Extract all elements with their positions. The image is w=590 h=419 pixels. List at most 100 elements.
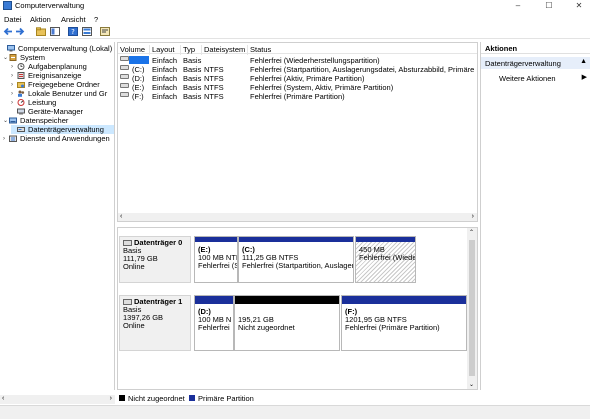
tree-item-datentraegerverwaltung[interactable]: Datenträgerverwaltung [11, 125, 114, 134]
volume-filesystem: NTFS [204, 92, 224, 101]
disk-1-label[interactable]: Datenträger 1 Basis 1397,26 GB Online [119, 295, 191, 351]
volume-row[interactable]: (E:) Einfach Basis NTFS Fehlerfrei (Syst… [118, 83, 477, 92]
tree-item-freigegebene-ordner[interactable]: › Freigegebene Ordner [11, 80, 100, 89]
tree-item-label: Aufgabenplanung [28, 62, 87, 71]
scroll-down-icon[interactable]: ⌄ [469, 381, 474, 388]
tree-item-lokale-benutzer[interactable]: › Lokale Benutzer und Gr [11, 89, 107, 98]
minimize-button[interactable]: – [508, 0, 528, 13]
performance-icon [17, 99, 25, 106]
partition-e[interactable]: (E:) 100 MB NTI Fehlerfrei (S [194, 236, 238, 283]
tree-item-geraete-manager[interactable]: Geräte-Manager [11, 107, 83, 116]
menu-bar: Datei Aktion Ansicht ? [0, 13, 590, 25]
menu-datei[interactable]: Datei [4, 15, 22, 24]
tree-horizontal-scrollbar[interactable]: ‹ › [0, 395, 115, 404]
volume-status: Fehlerfrei (System, Aktiv, Primäre Parti… [250, 83, 394, 92]
tree-item-label: Freigegebene Ordner [28, 80, 100, 89]
back-icon[interactable] [3, 27, 13, 36]
legend-primary-swatch [189, 395, 195, 401]
legend-unallocated-label: Nicht zugeordnet [128, 394, 185, 403]
actions-pane: Aktionen Datenträgerverwaltung ▲ Weitere… [480, 42, 590, 390]
disk-graphical-view: Datenträger 0 Basis 111,79 GB Online (E:… [117, 227, 478, 390]
volume-status: Fehlerfrei (Aktiv, Primäre Partition) [250, 74, 365, 83]
volume-row[interactable]: (D:) Einfach Basis NTFS Fehlerfrei (Akti… [118, 74, 477, 83]
partition-info: (E:) 100 MB NTI Fehlerfrei (S [198, 246, 238, 270]
partition-f[interactable]: (F:) 1201,95 GB NTFS Fehlerfrei (Primäre… [341, 295, 467, 351]
actions-section-datentraegerverwaltung[interactable]: Datenträgerverwaltung ▲ [481, 57, 590, 69]
menu-ansicht[interactable]: Ansicht [61, 15, 86, 24]
tree-item-computerverwaltung[interactable]: Computerverwaltung (Lokal) [1, 44, 112, 53]
toolbar: ? [0, 25, 590, 39]
tree-item-leistung[interactable]: › Leistung [11, 98, 56, 107]
collapse-triangle-icon[interactable]: ▲ [580, 58, 587, 65]
volume-row[interactable]: (F:) Einfach Basis NTFS Fehlerfrei (Prim… [118, 92, 477, 101]
column-header-status[interactable]: Status [248, 45, 477, 55]
partition-info: (D:) 100 MB N Fehlerfrei [198, 308, 231, 332]
volume-layout: Einfach [152, 65, 178, 74]
submenu-arrow-icon: ▶ [581, 74, 587, 81]
partition-unallocated[interactable]: 195,21 GB Nicht zugeordnet [234, 295, 340, 351]
drive-icon [120, 92, 129, 97]
volume-layout: Einfach [152, 74, 178, 83]
volume-filesystem: NTFS [204, 74, 224, 83]
up-folder-icon[interactable] [36, 27, 46, 36]
properties-icon[interactable] [82, 27, 92, 36]
scroll-left-icon[interactable]: ‹ [120, 213, 122, 220]
tree-item-dienste[interactable]: › Dienste und Anwendungen [3, 134, 110, 143]
users-icon [18, 90, 25, 97]
maximize-button[interactable]: ☐ [539, 0, 559, 13]
disk-state: Online [123, 321, 145, 330]
partition-status: Nicht zugeordnet [238, 323, 295, 332]
tree-item-ereignisanzeige[interactable]: › Ereignisanzeige [11, 71, 81, 80]
partition-c[interactable]: (C:) 111,25 GB NTFS Fehlerfrei (Startpar… [238, 236, 354, 283]
partition-info: 450 MB Fehlerfrei (Wiede [359, 246, 415, 262]
close-button[interactable]: ✕ [569, 0, 589, 13]
volume-type: Basis [183, 74, 202, 83]
column-header-layout[interactable]: Layout [150, 45, 181, 55]
forward-icon[interactable] [15, 27, 25, 36]
volume-type: Basis [183, 92, 202, 101]
disk-name: Datenträger 0 [134, 238, 183, 247]
show-hide-tree-icon[interactable] [50, 27, 60, 36]
volume-type: Basis [183, 56, 202, 65]
weitere-aktionen-item[interactable]: Weitere Aktionen ▶ [481, 72, 590, 83]
settings-icon[interactable] [100, 27, 110, 36]
partition-status: Fehlerfrei [198, 323, 230, 332]
scrollbar-thumb[interactable] [469, 240, 475, 376]
tree-item-label: Leistung [28, 98, 57, 107]
partition-status: Fehlerfrei (S [198, 261, 238, 270]
actions-header: Aktionen [481, 42, 590, 54]
help-icon[interactable]: ? [68, 27, 78, 36]
column-header-dateisystem[interactable]: Dateisystem [202, 45, 248, 55]
legend-primary-label: Primäre Partition [198, 394, 254, 403]
drive-icon [120, 83, 129, 88]
computer-icon [7, 45, 15, 52]
menu-aktion[interactable]: Aktion [30, 15, 51, 24]
tree-item-system[interactable]: ⌄ System [3, 53, 45, 62]
drive-icon [120, 56, 129, 61]
column-header-typ[interactable]: Typ [181, 45, 202, 55]
tree-item-datenspeicher[interactable]: ⌄ Datenspeicher [3, 116, 68, 125]
column-header-volume[interactable]: Volume [118, 45, 150, 55]
partition-d[interactable]: (D:) 100 MB N Fehlerfrei [194, 295, 234, 351]
scroll-right-icon[interactable]: › [110, 395, 112, 402]
volume-row[interactable]: (C:) Einfach Basis NTFS Fehlerfrei (Star… [118, 65, 477, 74]
menu-help[interactable]: ? [94, 15, 98, 24]
volume-horizontal-scrollbar[interactable]: ‹ › [118, 213, 477, 221]
scroll-left-icon[interactable]: ‹ [2, 395, 4, 402]
volume-row[interactable]: Einfach Basis Fehlerfrei (Wiederherstell… [118, 56, 477, 65]
device-manager-icon [17, 108, 25, 115]
disk-vertical-scrollbar[interactable]: ⌃ ⌄ [467, 228, 477, 389]
computer-management-icon [3, 1, 12, 10]
scroll-right-icon[interactable]: › [472, 213, 474, 220]
partition-status: Fehlerfrei (Startpartition, Auslager [242, 261, 354, 270]
volume-list: Volume Layout Typ Dateisystem Status Ein… [117, 42, 478, 222]
services-icon [9, 135, 17, 142]
volume-list-header: Volume Layout Typ Dateisystem Status [118, 43, 477, 55]
tree-item-aufgabenplanung[interactable]: › Aufgabenplanung [11, 62, 87, 71]
legend-unallocated-swatch [119, 395, 125, 401]
partition-recovery[interactable]: 450 MB Fehlerfrei (Wiede [355, 236, 416, 283]
tree-item-label: Geräte-Manager [28, 107, 84, 116]
disk-0-label[interactable]: Datenträger 0 Basis 111,79 GB Online [119, 236, 191, 283]
svg-text:?: ? [71, 28, 75, 36]
scroll-up-icon[interactable]: ⌃ [469, 229, 474, 236]
